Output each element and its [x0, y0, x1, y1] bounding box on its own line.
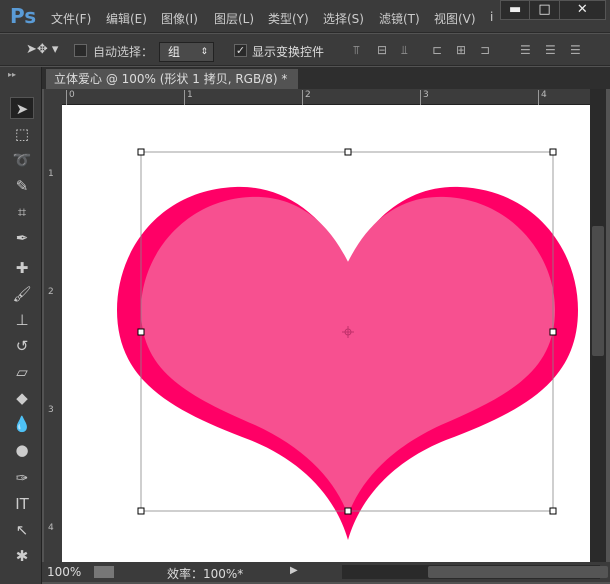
marquee-tool-icon[interactable]: ⬚ — [10, 123, 34, 145]
document-tab-title: 立体爱心 @ 100% (形状 1 拷贝, RGB/8) * — [54, 72, 288, 86]
show-transform-checkbox[interactable]: ✓ — [234, 44, 247, 57]
path-select-tool-icon[interactable]: ↖ — [10, 519, 34, 541]
lasso-tool-icon[interactable]: ➰ — [10, 149, 34, 171]
auto-select-dropdown[interactable]: 组 ⇕ — [159, 42, 214, 62]
dodge-tool-icon[interactable]: ● — [10, 439, 34, 461]
type-tool-icon[interactable]: IT — [10, 493, 34, 515]
menu-select[interactable]: 选择(S) — [323, 10, 364, 27]
quick-select-tool-icon[interactable]: ✎ — [10, 175, 34, 197]
align-left-icon[interactable]: ⊏ — [432, 43, 442, 57]
vertical-scrollbar[interactable] — [590, 89, 606, 562]
menu-type[interactable]: 类型(Y) — [268, 10, 309, 27]
clone-stamp-tool-icon[interactable]: ⊥ — [10, 309, 34, 331]
auto-select-value: 组 — [168, 45, 181, 59]
align-hcenter-icon[interactable]: ⊞ — [456, 43, 466, 57]
document-tab[interactable]: 立体爱心 @ 100% (形状 1 拷贝, RGB/8) * × — [46, 69, 298, 106]
eyedropper-tool-icon[interactable]: ✒ — [10, 227, 34, 249]
blur-tool-icon[interactable]: 💧 — [10, 413, 34, 435]
align-right-icon[interactable]: ⊐ — [480, 43, 490, 57]
menu-layer[interactable]: 图层(L) — [214, 10, 254, 27]
custom-shape-tool-icon[interactable]: ✱ — [10, 545, 34, 567]
brush-tool-icon[interactable]: 🖌 — [10, 283, 34, 305]
distribute-top-icon[interactable]: ☰ — [520, 43, 531, 57]
horizontal-scrollbar[interactable] — [342, 565, 608, 579]
close-button[interactable]: ✕ — [560, 1, 605, 19]
move-tool-icon[interactable]: ➤ — [10, 97, 34, 119]
preview-icon[interactable] — [94, 566, 114, 578]
zoom-level[interactable]: 100% — [47, 565, 81, 579]
horizontal-ruler: 0 1 2 3 4 — [62, 89, 590, 105]
h-ruler-label: 3 — [420, 90, 429, 105]
minimize-button[interactable]: ▬ — [501, 1, 531, 19]
photoshop-logo: Ps — [10, 4, 37, 28]
menu-window[interactable]: i — [490, 10, 493, 24]
vertical-ruler: 1 2 3 4 — [44, 89, 62, 562]
distribute-vcenter-icon[interactable]: ☰ — [545, 43, 556, 57]
pen-tool-icon[interactable]: ✑ — [10, 467, 34, 489]
h-ruler-label: 4 — [538, 90, 547, 105]
move-tool-preset-icon[interactable]: ➤✥ ▾ — [26, 42, 58, 57]
window-controls: ▬ □ ✕ — [500, 0, 606, 20]
maximize-button[interactable]: □ — [530, 1, 560, 19]
distribute-bottom-icon[interactable]: ☰ — [570, 43, 581, 57]
eraser-tool-icon[interactable]: ▱ — [10, 361, 34, 383]
align-top-icon[interactable]: ⫪ — [353, 43, 360, 58]
tools-panel: ▸▸ ➤ ⬚ ➰ ✎ ⌗ ✒ ✚ 🖌 ⊥ ↺ ▱ ◆ 💧 ● ✑ IT ↖ ✱ — [0, 67, 42, 584]
menu-bar: Ps 文件(F) 编辑(E) 图像(I) 图层(L) 类型(Y) 选择(S) 滤… — [0, 0, 610, 33]
horizontal-scroll-thumb[interactable] — [428, 566, 608, 578]
menu-image[interactable]: 图像(I) — [161, 10, 198, 27]
menu-edit[interactable]: 编辑(E) — [106, 10, 147, 27]
h-ruler-label: 2 — [302, 90, 311, 105]
collapse-panel-icon[interactable]: ▸▸ — [8, 70, 16, 79]
auto-select-label: 自动选择： — [93, 45, 154, 59]
healing-brush-tool-icon[interactable]: ✚ — [10, 257, 34, 279]
status-bar: 100% 效率：100%* ▶ — [42, 562, 610, 582]
history-brush-tool-icon[interactable]: ↺ — [10, 335, 34, 357]
h-ruler-label: 0 — [66, 90, 75, 105]
menu-filter[interactable]: 滤镜(T) — [379, 10, 420, 27]
align-vcenter-icon[interactable]: ⊟ — [377, 43, 387, 57]
v-ruler-label: 1 — [48, 169, 54, 179]
align-bottom-icon[interactable]: ⫫ — [401, 43, 408, 58]
menu-file[interactable]: 文件(F) — [51, 10, 91, 27]
h-ruler-label: 1 — [184, 90, 193, 105]
paint-bucket-tool-icon[interactable]: ◆ — [10, 387, 34, 409]
crop-tool-icon[interactable]: ⌗ — [10, 201, 34, 223]
document-tab-bar: 立体爱心 @ 100% (形状 1 拷贝, RGB/8) * × — [42, 67, 610, 106]
vertical-scroll-thumb[interactable] — [592, 226, 604, 356]
dropdown-arrows-icon: ⇕ — [200, 47, 208, 57]
efficiency-info: 效率：100%* — [167, 567, 244, 581]
status-menu-arrow-icon[interactable]: ▶ — [290, 565, 298, 576]
v-ruler-label: 3 — [48, 405, 54, 415]
menu-view[interactable]: 视图(V) — [434, 10, 476, 27]
auto-select-checkbox[interactable] — [74, 44, 87, 57]
canvas[interactable] — [62, 105, 590, 562]
v-ruler-label: 2 — [48, 287, 54, 297]
show-transform-label: 显示变换控件 — [252, 45, 325, 59]
v-ruler-label: 4 — [48, 523, 54, 533]
options-bar: ➤✥ ▾ 自动选择： 组 ⇕ ✓ 显示变换控件 ⫪ ⊟ ⫫ ⊏ ⊞ ⊐ ☰ ☰ ☰ — [0, 34, 610, 66]
